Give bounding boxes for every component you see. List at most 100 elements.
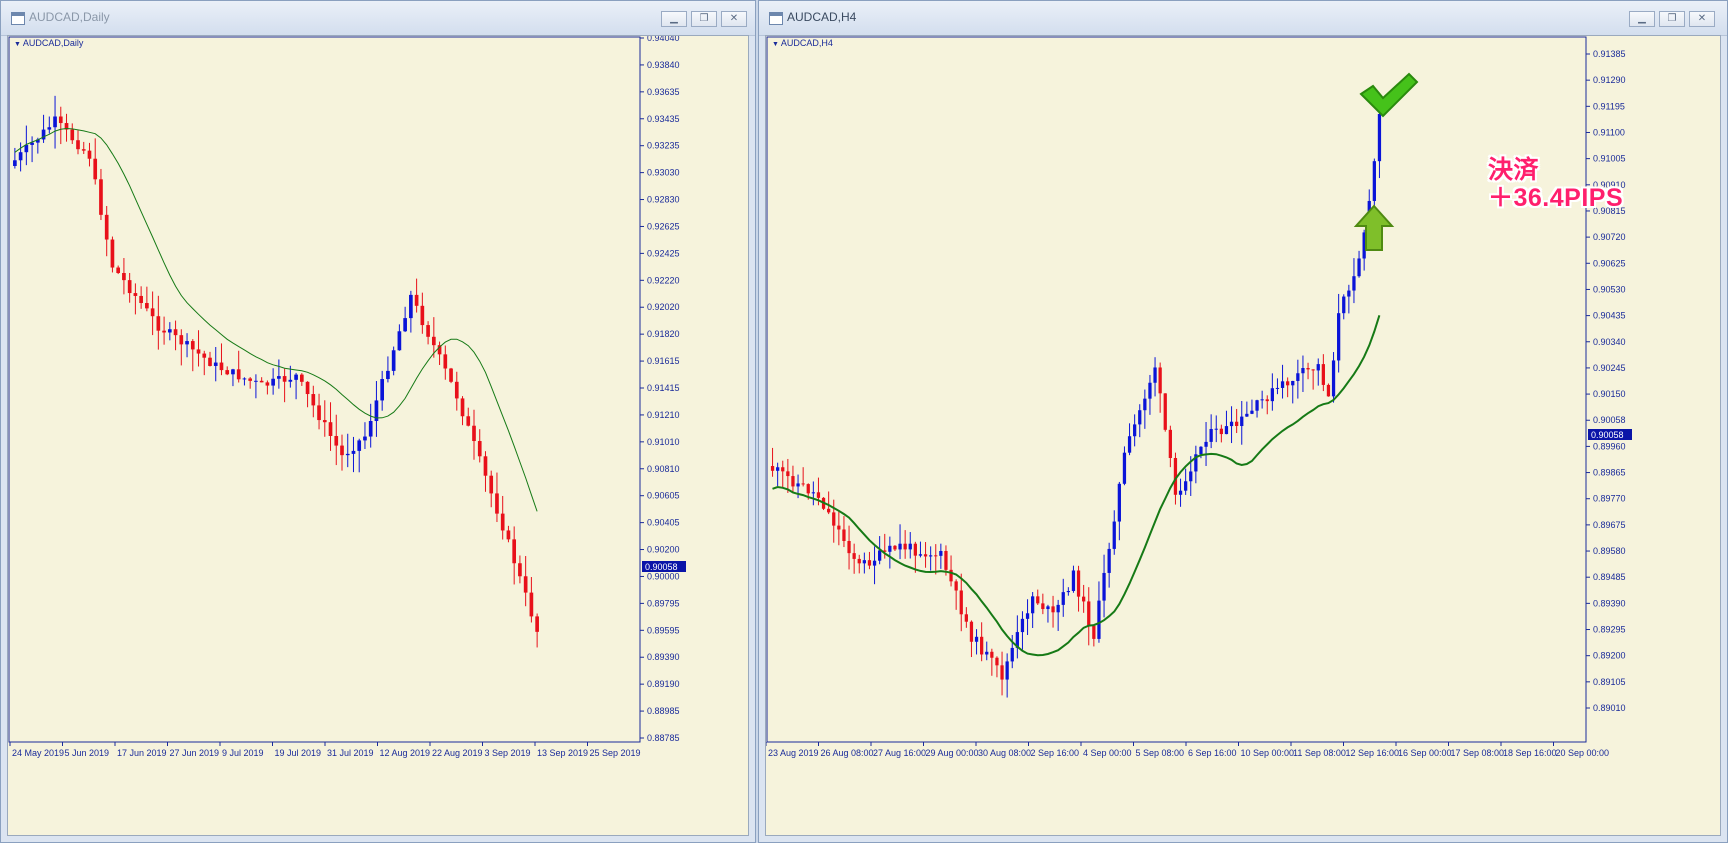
bearish-candle	[76, 140, 80, 150]
bearish-candle	[202, 353, 207, 358]
y-tick-label: 0.91290	[1593, 75, 1626, 85]
daily-chart-svg: 0.94040 0.93840 0.93635 0.93435 0.93235 0.930…	[8, 36, 686, 758]
close-icon[interactable]: ✕	[1689, 11, 1715, 27]
bearish-candle	[923, 554, 928, 557]
restore-icon[interactable]: ❐	[1659, 11, 1685, 27]
bearish-candle	[903, 543, 907, 550]
bearish-candle	[305, 381, 310, 395]
bullish-candle	[47, 127, 52, 130]
bearish-candle	[483, 456, 488, 476]
bullish-candle	[1224, 426, 1229, 435]
y-tick-label: 0.90200	[647, 545, 680, 555]
bullish-candle	[53, 116, 57, 128]
bearish-candle	[1041, 603, 1045, 610]
bullish-candle	[888, 545, 892, 552]
bearish-candle	[847, 540, 851, 554]
bearish-candle	[781, 467, 785, 472]
bullish-candle	[1071, 570, 1076, 591]
bullish-candle	[1127, 436, 1132, 453]
bearish-candle	[786, 471, 790, 477]
bearish-candle	[832, 512, 836, 526]
x-tick-label: 31 Jul 2019	[327, 748, 374, 758]
y-tick-label: 0.92220	[647, 275, 680, 285]
bullish-candle	[796, 483, 800, 487]
bullish-candle	[1117, 483, 1121, 522]
moving-average-line	[772, 314, 1381, 657]
bullish-candle	[1153, 367, 1157, 383]
checkmark-icon	[1359, 72, 1419, 118]
bearish-candle	[518, 563, 522, 577]
bullish-candle	[294, 374, 298, 380]
bullish-candle	[1143, 398, 1147, 411]
x-tick-label: 13 Sep 2019	[537, 748, 588, 758]
bearish-candle	[837, 525, 841, 530]
bearish-candle	[842, 529, 846, 541]
restore-icon[interactable]: ❐	[691, 11, 717, 27]
bullish-candle	[13, 160, 17, 166]
bearish-candle	[852, 553, 856, 559]
bearish-candle	[248, 378, 253, 381]
bearish-candle	[995, 657, 999, 666]
bullish-candle	[1178, 490, 1183, 495]
y-tick-label: 0.93635	[647, 87, 680, 97]
bullish-candle	[985, 651, 989, 655]
bullish-candle	[1260, 399, 1264, 401]
bearish-candle	[225, 370, 230, 375]
y-tick-label: 0.90810	[647, 464, 680, 474]
bearish-candle	[122, 273, 126, 281]
y-tick-label: 0.90058	[1593, 415, 1626, 425]
bearish-candle	[1286, 381, 1290, 386]
x-tick-label: 17 Sep 08:00	[1451, 748, 1505, 758]
x-tick-label: 17 Jun 2019	[117, 748, 167, 758]
bullish-candle	[776, 467, 780, 471]
chart-area-h4[interactable]: AUDCAD,H4 0.913850.912900.911950.911000.…	[765, 35, 1721, 836]
bullish-candle	[1270, 388, 1274, 402]
y-tick-label: 0.94040	[647, 36, 680, 43]
y-tick-label: 0.89390	[1593, 598, 1626, 608]
bearish-candle	[1036, 596, 1040, 604]
bearish-candle	[317, 405, 321, 421]
bearish-candle	[964, 614, 968, 622]
bullish-candle	[1337, 313, 1341, 361]
bearish-candle	[1265, 399, 1269, 402]
x-tick-label: 3 Sep 2019	[485, 748, 531, 758]
chart-area-daily[interactable]: AUDCAD,Daily 0.940400.938400.936350.9343…	[7, 35, 749, 836]
bearish-candle	[116, 267, 121, 274]
bullish-candle	[918, 554, 923, 556]
minimize-icon[interactable]: ▁	[661, 11, 687, 27]
minimize-icon[interactable]: ▁	[1629, 11, 1655, 27]
bearish-candle	[236, 369, 241, 380]
bullish-candle	[1229, 421, 1234, 427]
bullish-candle	[386, 370, 390, 380]
bearish-candle	[1163, 393, 1167, 430]
bearish-candle	[500, 513, 505, 531]
bullish-candle	[1066, 590, 1070, 593]
bearish-candle	[1306, 368, 1310, 370]
bullish-candle	[1102, 572, 1106, 601]
bearish-candle	[867, 560, 872, 566]
titlebar-daily[interactable]: AUDCAD,Daily ▁ ❐ ✕	[1, 1, 755, 36]
window-audcad-daily[interactable]: AUDCAD,Daily ▁ ❐ ✕ AUDCAD,Daily 0.940400…	[0, 0, 756, 843]
bullish-candle	[380, 379, 385, 401]
bullish-candle	[1107, 548, 1111, 573]
bullish-candle	[288, 379, 293, 382]
close-icon[interactable]: ✕	[721, 11, 747, 27]
bearish-candle	[93, 158, 98, 180]
y-tick-label: 0.88785	[647, 733, 680, 743]
checkmark-shape	[1359, 72, 1419, 118]
bullish-candle	[357, 440, 362, 451]
x-tick-label: 30 Aug 08:00	[978, 748, 1031, 758]
window-audcad-h4[interactable]: AUDCAD,H4 ▁ ❐ ✕ AUDCAD,H4 0.91385 0.91290…	[758, 0, 1728, 843]
y-tick-label: 0.92830	[647, 195, 680, 205]
bearish-candle	[179, 335, 184, 345]
bullish-candle	[1296, 373, 1300, 381]
titlebar-h4[interactable]: AUDCAD,H4 ▁ ❐ ✕	[759, 1, 1727, 36]
bearish-candle	[110, 239, 115, 268]
bearish-candle	[1321, 364, 1325, 385]
x-tick-label: 4 Sep 00:00	[1083, 748, 1132, 758]
bearish-candle	[980, 636, 984, 655]
bearish-candle	[990, 651, 994, 658]
bullish-candle	[1133, 424, 1137, 437]
bearish-candle	[145, 303, 149, 309]
x-tick-label: 12 Sep 16:00	[1346, 748, 1400, 758]
